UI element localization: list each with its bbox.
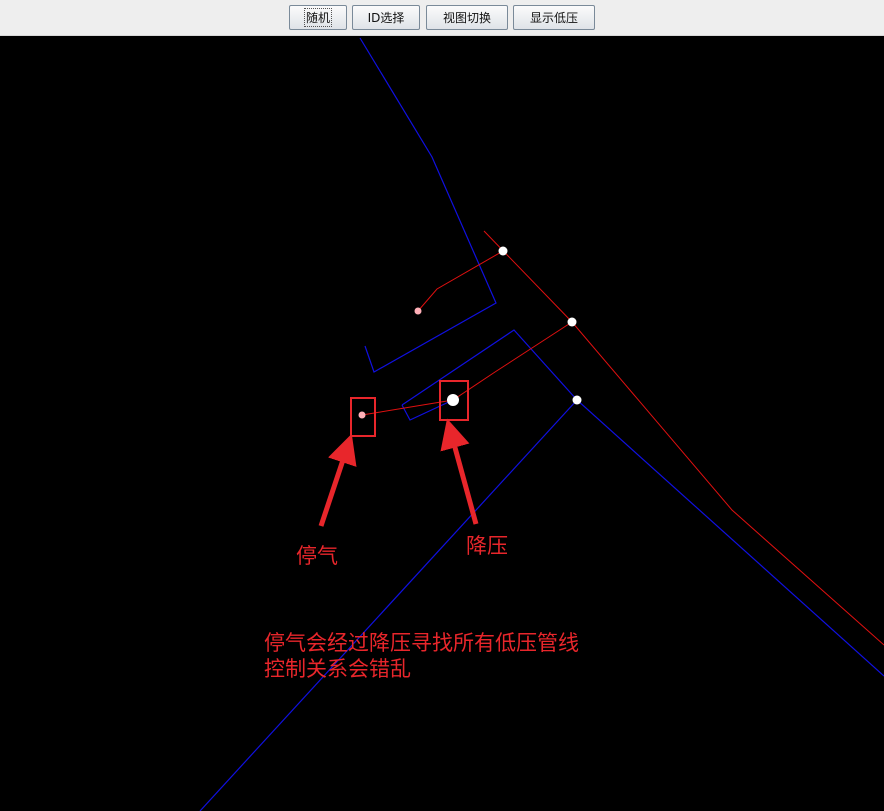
pipe-network-drawing — [199, 37, 884, 811]
blue-pipe-inner — [401, 329, 884, 677]
red-pipe-branch-1 — [417, 250, 504, 312]
pressure-reduce-label: 降压 — [466, 534, 508, 558]
blue-pipe-upper — [359, 37, 497, 373]
annotation-note-line-2: 控制关系会错乱 — [264, 657, 411, 681]
stop-gas-label: 停气 — [296, 544, 338, 568]
valve-node[interactable] — [498, 246, 508, 256]
pressure-reduce-arrow — [440, 418, 479, 525]
user-node[interactable] — [358, 411, 366, 419]
valve-node[interactable] — [567, 317, 577, 327]
valve-node[interactable] — [572, 395, 582, 405]
user-node[interactable] — [414, 307, 422, 315]
blue-pipe-lower — [199, 399, 578, 811]
stop-gas-arrow — [318, 433, 357, 527]
blue-pipe-inner-close — [401, 399, 454, 421]
red-pipe-main — [483, 230, 884, 646]
regulator-node[interactable] — [447, 394, 459, 406]
